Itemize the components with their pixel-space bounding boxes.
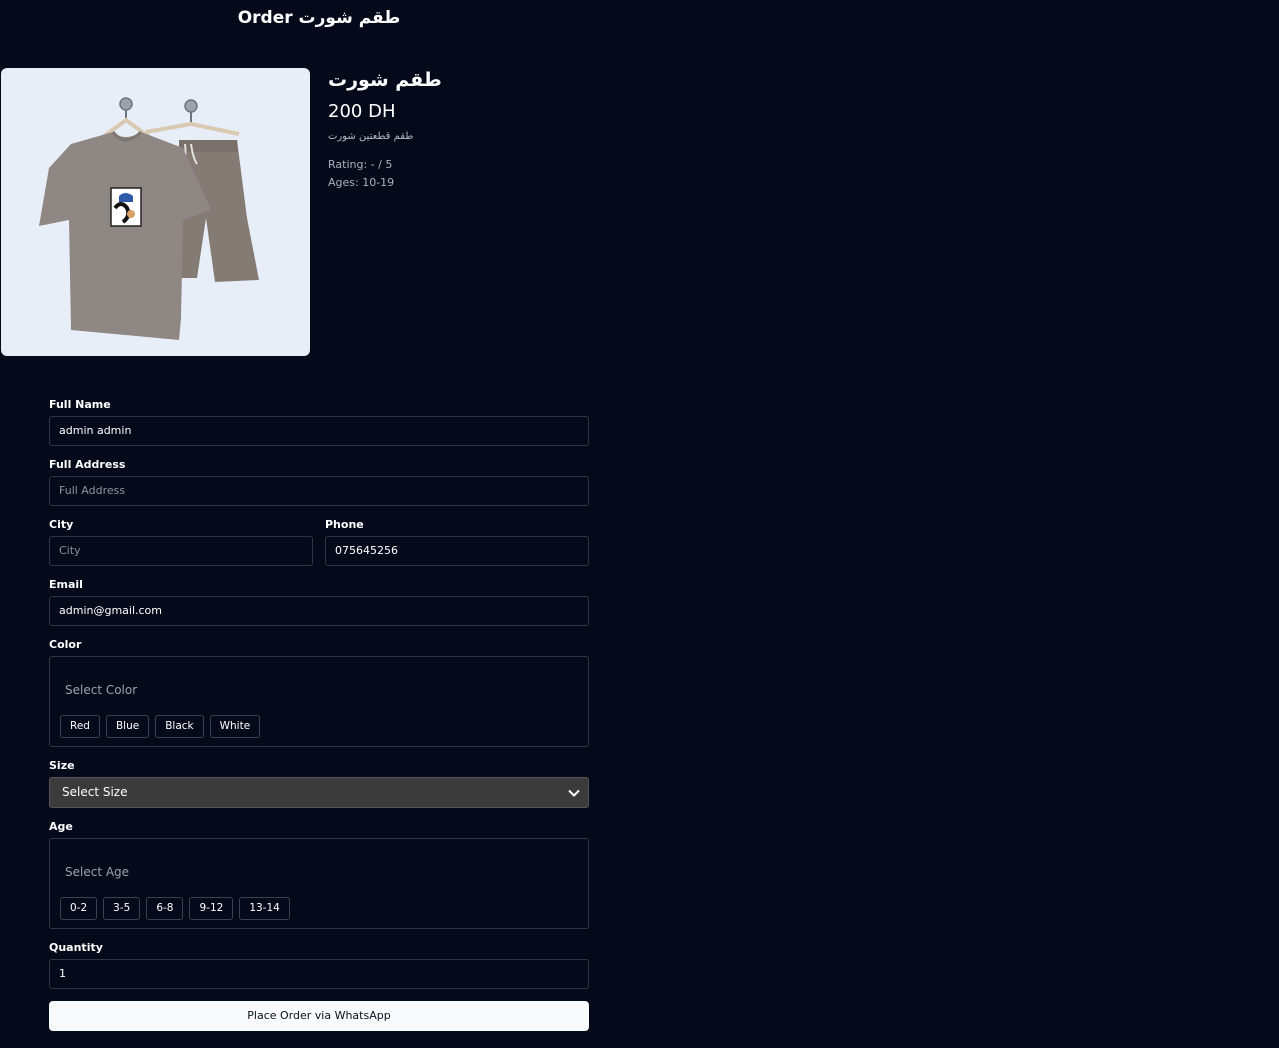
quantity-label: Quantity: [49, 941, 103, 954]
product-meta: Rating: - / 5 Ages: 10-19: [328, 156, 442, 192]
product-price: 200 DH: [328, 101, 396, 122]
color-option-white[interactable]: White: [209, 715, 261, 738]
email-group: Email admin@gmail.com: [49, 578, 589, 626]
size-group: Size Select Size: [49, 759, 589, 808]
age-option-13-14[interactable]: 13-14: [239, 897, 290, 920]
age-option-6-8[interactable]: 6-8: [146, 897, 184, 920]
size-select[interactable]: Select Size: [49, 777, 589, 808]
city-label: City: [49, 518, 74, 531]
email-label: Email: [49, 578, 83, 591]
color-option-blue[interactable]: Blue: [105, 715, 150, 738]
age-placeholder: Select Age: [65, 865, 130, 879]
age-group: Age Select Age 0-2 3-5 6-8 9-12 13-14: [49, 820, 589, 929]
color-option-red[interactable]: Red: [60, 715, 100, 738]
product-ages: Ages: 10-19: [328, 176, 395, 189]
phone-label: Phone: [325, 518, 364, 531]
full-name-input[interactable]: admin admin: [49, 416, 589, 446]
color-label: Color: [49, 638, 82, 651]
color-placeholder: Select Color: [65, 683, 138, 697]
phone-group: Phone 075645256: [325, 518, 589, 566]
city-input[interactable]: City: [49, 536, 313, 566]
color-option-black[interactable]: Black: [155, 715, 204, 738]
full-name-label: Full Name: [49, 398, 111, 411]
age-option-3-5[interactable]: 3-5: [103, 897, 141, 920]
age-options: 0-2 3-5 6-8 9-12 13-14: [60, 897, 290, 920]
size-label: Size: [49, 759, 75, 772]
product-image: [1, 68, 310, 356]
color-options: Red Blue Black White: [60, 715, 261, 738]
age-label: Age: [49, 820, 73, 833]
product-name: طقم شورت: [328, 69, 442, 91]
age-option-0-2[interactable]: 0-2: [60, 897, 98, 920]
full-address-group: Full Address Full Address: [49, 458, 589, 506]
full-name-group: Full Name admin admin: [49, 398, 589, 446]
phone-input[interactable]: 075645256: [325, 536, 589, 566]
product-description: طقم قطعتين شورت: [328, 131, 414, 142]
size-select-value: Select Size: [62, 785, 128, 799]
age-chooser[interactable]: Select Age 0-2 3-5 6-8 9-12 13-14: [49, 838, 589, 929]
full-address-label: Full Address: [49, 458, 126, 471]
order-form: Full Name admin admin Full Address Full …: [49, 398, 589, 1031]
quantity-group: Quantity 1: [49, 941, 589, 989]
product-rating: Rating: - / 5: [328, 158, 393, 171]
age-option-9-12[interactable]: 9-12: [189, 897, 234, 920]
city-phone-row: City City Phone 075645256: [49, 518, 589, 578]
place-order-button[interactable]: Place Order via WhatsApp: [49, 1001, 589, 1031]
email-input[interactable]: admin@gmail.com: [49, 596, 589, 626]
quantity-input[interactable]: 1: [49, 959, 589, 989]
page-title: Order طقم شورت: [237, 8, 401, 28]
city-group: City City: [49, 518, 313, 566]
color-group: Color Select Color Red Blue Black White: [49, 638, 589, 747]
full-address-input[interactable]: Full Address: [49, 476, 589, 506]
color-chooser[interactable]: Select Color Red Blue Black White: [49, 656, 589, 747]
chevron-down-icon: [568, 789, 580, 797]
tshirt-shorts-icon: [39, 97, 259, 340]
product-info: طقم شورت 200 DH طقم قطعتين شورت Rating: …: [328, 68, 442, 192]
